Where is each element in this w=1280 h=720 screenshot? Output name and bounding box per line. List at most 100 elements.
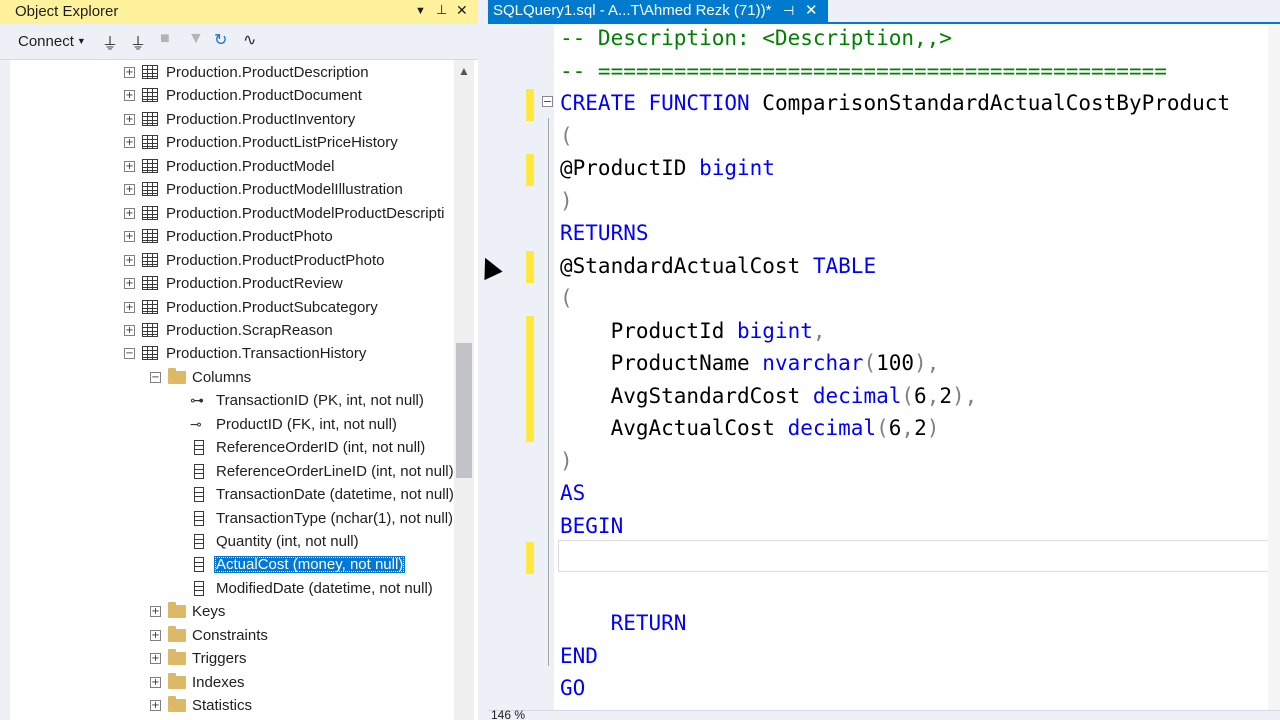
code-line[interactable]: ProductName nvarchar(100), <box>560 347 940 379</box>
code-line[interactable]: RETURN <box>560 607 687 639</box>
scrollbar-thumb[interactable] <box>456 343 472 478</box>
code-line[interactable]: GO <box>560 672 585 704</box>
tab-close-icon[interactable]: ✕ <box>805 0 818 22</box>
code-line[interactable]: END <box>560 640 598 672</box>
panel-dropdown-icon[interactable]: ▼ <box>415 5 426 17</box>
collapse-icon[interactable]: − <box>124 348 135 360</box>
tree-node[interactable]: ReferenceOrderLineID (int, not null) <box>194 461 454 483</box>
tree-node[interactable]: + Production.ScrapReason <box>124 320 333 342</box>
tree-node[interactable]: + Production.ProductModelIllustration <box>124 179 403 201</box>
panel-splitter[interactable] <box>478 0 488 720</box>
editor-scrollbar[interactable] <box>1268 24 1280 710</box>
tree-node[interactable]: + Production.ProductDescription <box>124 62 369 84</box>
tree-node-label: Constraints <box>192 626 268 644</box>
object-explorer-scrollbar[interactable]: ▲ <box>454 60 474 720</box>
tree-node-label: Production.ProductPhoto <box>166 228 333 246</box>
tree-node[interactable]: + Triggers <box>150 648 247 670</box>
expand-icon[interactable]: + <box>150 606 161 618</box>
tree-node[interactable]: + Production.ProductInventory <box>124 109 355 131</box>
code-line[interactable]: ) <box>560 445 573 477</box>
sql-keyword: bigint <box>737 318 813 343</box>
folder-icon <box>168 672 186 689</box>
code-line[interactable]: ( <box>560 120 573 152</box>
expand-icon[interactable]: + <box>124 254 135 266</box>
code-line[interactable]: AS <box>560 477 585 509</box>
connect-plug-icon[interactable]: ⏚ <box>102 30 118 54</box>
pin-icon[interactable]: ⊥ <box>436 2 447 18</box>
connect-label: Connect <box>18 33 74 50</box>
expand-icon[interactable]: + <box>150 700 161 712</box>
tree-node[interactable]: + Production.ProductListPriceHistory <box>124 132 398 154</box>
code-line[interactable]: ( <box>560 282 573 314</box>
tree-node[interactable]: − Columns <box>150 367 251 389</box>
expand-icon[interactable]: + <box>124 137 135 149</box>
tree-node[interactable]: TransactionType (nchar(1), not null) <box>194 508 454 530</box>
expand-icon[interactable]: + <box>150 629 161 641</box>
code-line[interactable]: BEGIN <box>560 510 623 542</box>
tree-node[interactable]: + Production.ProductSubcategory <box>124 297 378 319</box>
zoom-level[interactable]: 146 % <box>491 708 525 720</box>
tree-node[interactable]: + Production.ProductProductPhoto <box>124 250 384 272</box>
tree-node[interactable]: ⊸ ProductID (FK, int, not null) <box>190 414 397 436</box>
code-token: ( <box>560 123 573 148</box>
sql-keyword: RETURN <box>610 611 687 635</box>
tree-node[interactable]: Quantity (int, not null) <box>194 531 359 553</box>
tab-pin-icon[interactable]: ⊣ <box>783 0 794 22</box>
code-line[interactable]: -- Description: <Description,,> <box>560 22 952 54</box>
tree-node[interactable]: ⊶ TransactionID (PK, int, not null) <box>190 390 424 412</box>
tree-node[interactable]: ReferenceOrderID (int, not null) <box>194 437 425 459</box>
tree-node[interactable]: + Production.ProductDocument <box>124 85 362 107</box>
expand-icon[interactable]: + <box>124 324 135 336</box>
activity-monitor-icon[interactable]: ∿ <box>243 30 256 50</box>
expand-icon[interactable]: + <box>150 653 161 665</box>
close-panel-icon[interactable]: ✕ <box>456 2 468 19</box>
tab-sqlquery1[interactable]: SQLQuery1.sql - A...T\Ahmed Rezk (71))* … <box>488 0 828 22</box>
expand-icon[interactable]: + <box>124 113 135 125</box>
tree-node[interactable]: ModifiedDate (datetime, not null) <box>194 578 433 600</box>
tree-node-label: Triggers <box>192 650 247 668</box>
tree-node[interactable]: + Constraints <box>150 625 268 647</box>
tree-node[interactable]: − Production.TransactionHistory <box>124 343 366 365</box>
filter-icon[interactable]: ▼ <box>188 30 204 48</box>
code-area[interactable]: -- Description: <Description,,> -- ======… <box>560 24 1280 710</box>
expand-icon[interactable]: + <box>124 207 135 219</box>
code-line[interactable]: AvgStandardCost decimal(6,2), <box>560 380 978 412</box>
expand-icon[interactable]: + <box>124 90 135 102</box>
code-line[interactable]: CREATE FUNCTION ComparisonStandardActual… <box>560 87 1230 119</box>
code-token: ( <box>560 286 573 310</box>
code-line[interactable]: -- =====================================… <box>560 55 1167 87</box>
stop-icon[interactable]: ■ <box>160 30 170 48</box>
tree-node[interactable]: + Keys <box>150 601 225 623</box>
tree-node[interactable]: TransactionDate (datetime, not null) <box>194 484 454 506</box>
code-line[interactable]: ProductId bigint, <box>560 315 826 347</box>
expand-icon[interactable]: + <box>124 301 135 313</box>
code-line[interactable]: @StandardActualCost TABLE <box>560 250 876 282</box>
expand-icon[interactable]: + <box>150 676 161 688</box>
tree-node[interactable]: + Production.ProductModel <box>124 156 334 178</box>
expand-icon[interactable]: + <box>124 231 135 243</box>
code-line[interactable]: @ProductID bigint <box>560 152 775 184</box>
tree-node-label: TransactionType (nchar(1), not null) <box>216 509 454 527</box>
tree-node[interactable]: + Production.ProductPhoto <box>124 226 333 248</box>
collapse-icon[interactable]: − <box>150 371 161 383</box>
tree-node[interactable]: ActualCost (money, not null) <box>194 554 406 576</box>
tree-node[interactable]: + Production.ProductReview <box>124 273 343 295</box>
code-line[interactable]: AvgActualCost decimal(6,2) <box>560 412 940 444</box>
tree-node[interactable]: + Indexes <box>150 672 245 694</box>
change-marker <box>526 89 534 121</box>
expand-icon[interactable]: + <box>124 184 135 196</box>
tree-node[interactable]: + Statistics <box>150 695 252 717</box>
collapse-icon[interactable]: − <box>542 96 553 107</box>
disconnect-plug-icon[interactable]: ⏚ <box>130 30 146 54</box>
expand-icon[interactable]: + <box>124 278 135 290</box>
expand-icon[interactable]: + <box>124 67 135 78</box>
tree-node-label: Production.ProductDescription <box>166 64 369 81</box>
code-line[interactable]: RETURNS <box>560 217 649 249</box>
connect-button[interactable]: Connect ▼ <box>18 33 86 50</box>
scroll-up-arrow-icon[interactable]: ▲ <box>458 64 470 78</box>
refresh-icon[interactable]: ↻ <box>214 30 227 50</box>
expand-icon[interactable]: + <box>124 160 135 172</box>
change-marker <box>526 542 534 574</box>
code-line[interactable]: ) <box>560 185 573 217</box>
tree-node[interactable]: + Production.ProductModelProductDescripti <box>124 203 444 225</box>
